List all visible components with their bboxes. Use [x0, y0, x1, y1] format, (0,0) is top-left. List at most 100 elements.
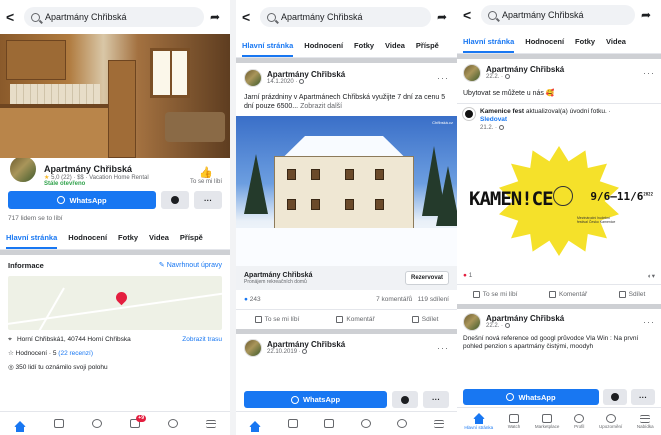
sofa — [165, 112, 225, 142]
more-button[interactable]: ··· — [423, 391, 449, 408]
nav-home[interactable] — [249, 420, 262, 432]
share-arrow-icon[interactable]: ➦ — [641, 8, 655, 22]
page-avatar[interactable] — [8, 153, 38, 184]
nav-home[interactable]: Hlavní stránka — [464, 413, 493, 430]
post-header: Apartmány Chřibská 22.2. · ··· — [457, 59, 661, 87]
messenger-button[interactable] — [161, 191, 189, 209]
shares-count[interactable]: 119 sdílení — [418, 296, 449, 303]
tab-posts[interactable]: Příspě — [180, 233, 203, 242]
nav-notifications[interactable]: Upozornění — [599, 414, 622, 429]
like-page-button[interactable]: 👍 To se mi líbí — [190, 166, 222, 185]
nav-marketplace[interactable] — [324, 419, 335, 428]
kamenice-poster[interactable]: KAMEN!CE 9/6–11/62022 Mezinárodní hudebn… — [457, 136, 661, 268]
link-preview[interactable]: Apartmány Chřibská Pronájem rekreačních … — [236, 266, 457, 290]
tab-posts[interactable]: Příspě — [416, 41, 439, 50]
like-button[interactable]: To se mi líbí — [254, 315, 299, 323]
nav-menu[interactable] — [206, 419, 216, 428]
tab-reviews[interactable]: Hodnocení — [304, 41, 343, 50]
share-arrow-icon[interactable]: ➦ — [437, 10, 451, 24]
like-page-label: To se mi líbí — [189, 179, 222, 185]
bell-icon — [397, 419, 408, 428]
post-photo-house[interactable]: Chřibská.cz — [236, 116, 457, 266]
tab-reviews[interactable]: Hodnocení — [525, 37, 564, 46]
heart-reaction-icon: ● — [463, 272, 467, 279]
kamenice-avatar[interactable] — [463, 108, 475, 120]
like-button[interactable]: To se mi líbí — [472, 290, 517, 298]
share-arrow-icon[interactable]: ➦ — [210, 10, 224, 24]
nav-menu[interactable] — [433, 419, 444, 428]
nav-profile[interactable] — [360, 419, 371, 428]
search-input[interactable]: Apartmány Chřibská — [260, 7, 431, 27]
house-window — [345, 199, 354, 210]
nav-profile[interactable]: Profil — [574, 414, 584, 429]
more-button[interactable]: ··· — [194, 191, 222, 209]
tab-photos[interactable]: Fotky — [354, 41, 374, 50]
tab-videos[interactable]: Videa — [385, 41, 405, 50]
back-arrow-icon[interactable]: < — [242, 9, 254, 25]
nav-watch[interactable] — [54, 419, 64, 428]
shared-author[interactable]: Kamenice fest — [480, 108, 524, 115]
comment-button[interactable]: Komentář — [336, 315, 375, 324]
tab-videos[interactable]: Videa — [606, 37, 626, 46]
location-map[interactable] — [8, 276, 222, 330]
messenger-button[interactable] — [603, 389, 627, 405]
whatsapp-button[interactable]: WhatsApp — [8, 191, 156, 209]
nav-marketplace[interactable]: Marketplace — [535, 414, 559, 429]
nav-notifications[interactable] — [397, 419, 408, 428]
post-author[interactable]: Apartmány Chřibská — [267, 70, 432, 79]
tab-home[interactable]: Hlavní stránka — [242, 34, 294, 57]
tab-videos[interactable]: Videa — [149, 233, 169, 242]
back-arrow-icon[interactable]: < — [6, 9, 18, 25]
post-avatar[interactable] — [463, 64, 481, 82]
nav-home[interactable] — [14, 420, 26, 432]
see-more-link[interactable]: Zobrazit další — [300, 103, 342, 110]
show-route-link[interactable]: Zobrazit trasu — [182, 336, 222, 343]
sticky-action-bar: WhatsApp ··· — [236, 388, 457, 411]
post-author[interactable]: Apartmány Chřibská — [486, 65, 638, 74]
tab-photos[interactable]: Fotky — [575, 37, 595, 46]
nav-watch[interactable]: Watch — [508, 414, 520, 429]
post-options-icon[interactable]: ··· — [643, 68, 655, 78]
post-options-icon[interactable]: ··· — [437, 343, 449, 353]
post-author[interactable]: Apartmány Chřibská — [267, 340, 432, 349]
tab-home[interactable]: Hlavní stránka — [6, 226, 58, 249]
post-options-icon[interactable]: ··· — [643, 317, 655, 327]
nav-marketplace[interactable]: +9 — [130, 415, 146, 428]
reaction-count[interactable]: ● 243 — [244, 296, 261, 303]
post-author[interactable]: Apartmány Chřibská — [486, 314, 638, 323]
nav-notifications[interactable] — [168, 419, 178, 428]
comment-label: Komentář — [346, 316, 375, 324]
search-input[interactable]: Apartmány Chřibská — [481, 5, 635, 25]
like-reaction-icon: ● — [244, 296, 248, 303]
post-avatar[interactable] — [244, 339, 262, 357]
reviews-link[interactable]: (22 recenzí) — [58, 350, 93, 357]
nav-profile[interactable] — [92, 419, 102, 428]
house-window — [311, 169, 320, 180]
share-button[interactable]: Sdílet — [411, 315, 438, 323]
comment-button[interactable]: Komentář — [548, 290, 587, 298]
tab-home[interactable]: Hlavní stránka — [463, 30, 515, 53]
share-button[interactable]: Sdílet — [618, 290, 645, 298]
whatsapp-button[interactable]: WhatsApp — [463, 389, 599, 405]
tab-reviews[interactable]: Hodnocení — [68, 233, 107, 242]
bottom-nav — [236, 411, 457, 435]
search-input[interactable]: Apartmány Chřibská — [24, 7, 204, 27]
cover-photo[interactable] — [0, 34, 230, 158]
post-avatar[interactable] — [244, 69, 262, 87]
whatsapp-button[interactable]: WhatsApp — [244, 391, 387, 408]
tab-photos[interactable]: Fotky — [118, 233, 138, 242]
reaction-count[interactable]: ● 1 — [463, 272, 472, 280]
globe-icon — [504, 74, 510, 80]
comments-count[interactable]: 7 komentářů — [376, 296, 412, 303]
messenger-button[interactable] — [392, 391, 418, 408]
back-arrow-icon[interactable]: < — [463, 7, 475, 23]
post-options-icon[interactable]: ··· — [437, 73, 449, 83]
suggest-edit-link[interactable]: ✎ Navrhnout úpravy — [159, 261, 222, 270]
kitchen-cabinet — [6, 40, 66, 80]
more-button[interactable]: ··· — [631, 389, 655, 405]
reserve-button[interactable]: Rezervovat — [404, 271, 449, 285]
post-avatar[interactable] — [463, 313, 481, 331]
nav-menu[interactable]: Nabídka — [637, 414, 654, 429]
nav-watch[interactable] — [287, 419, 298, 428]
follow-link[interactable]: Sledovat — [480, 116, 655, 124]
